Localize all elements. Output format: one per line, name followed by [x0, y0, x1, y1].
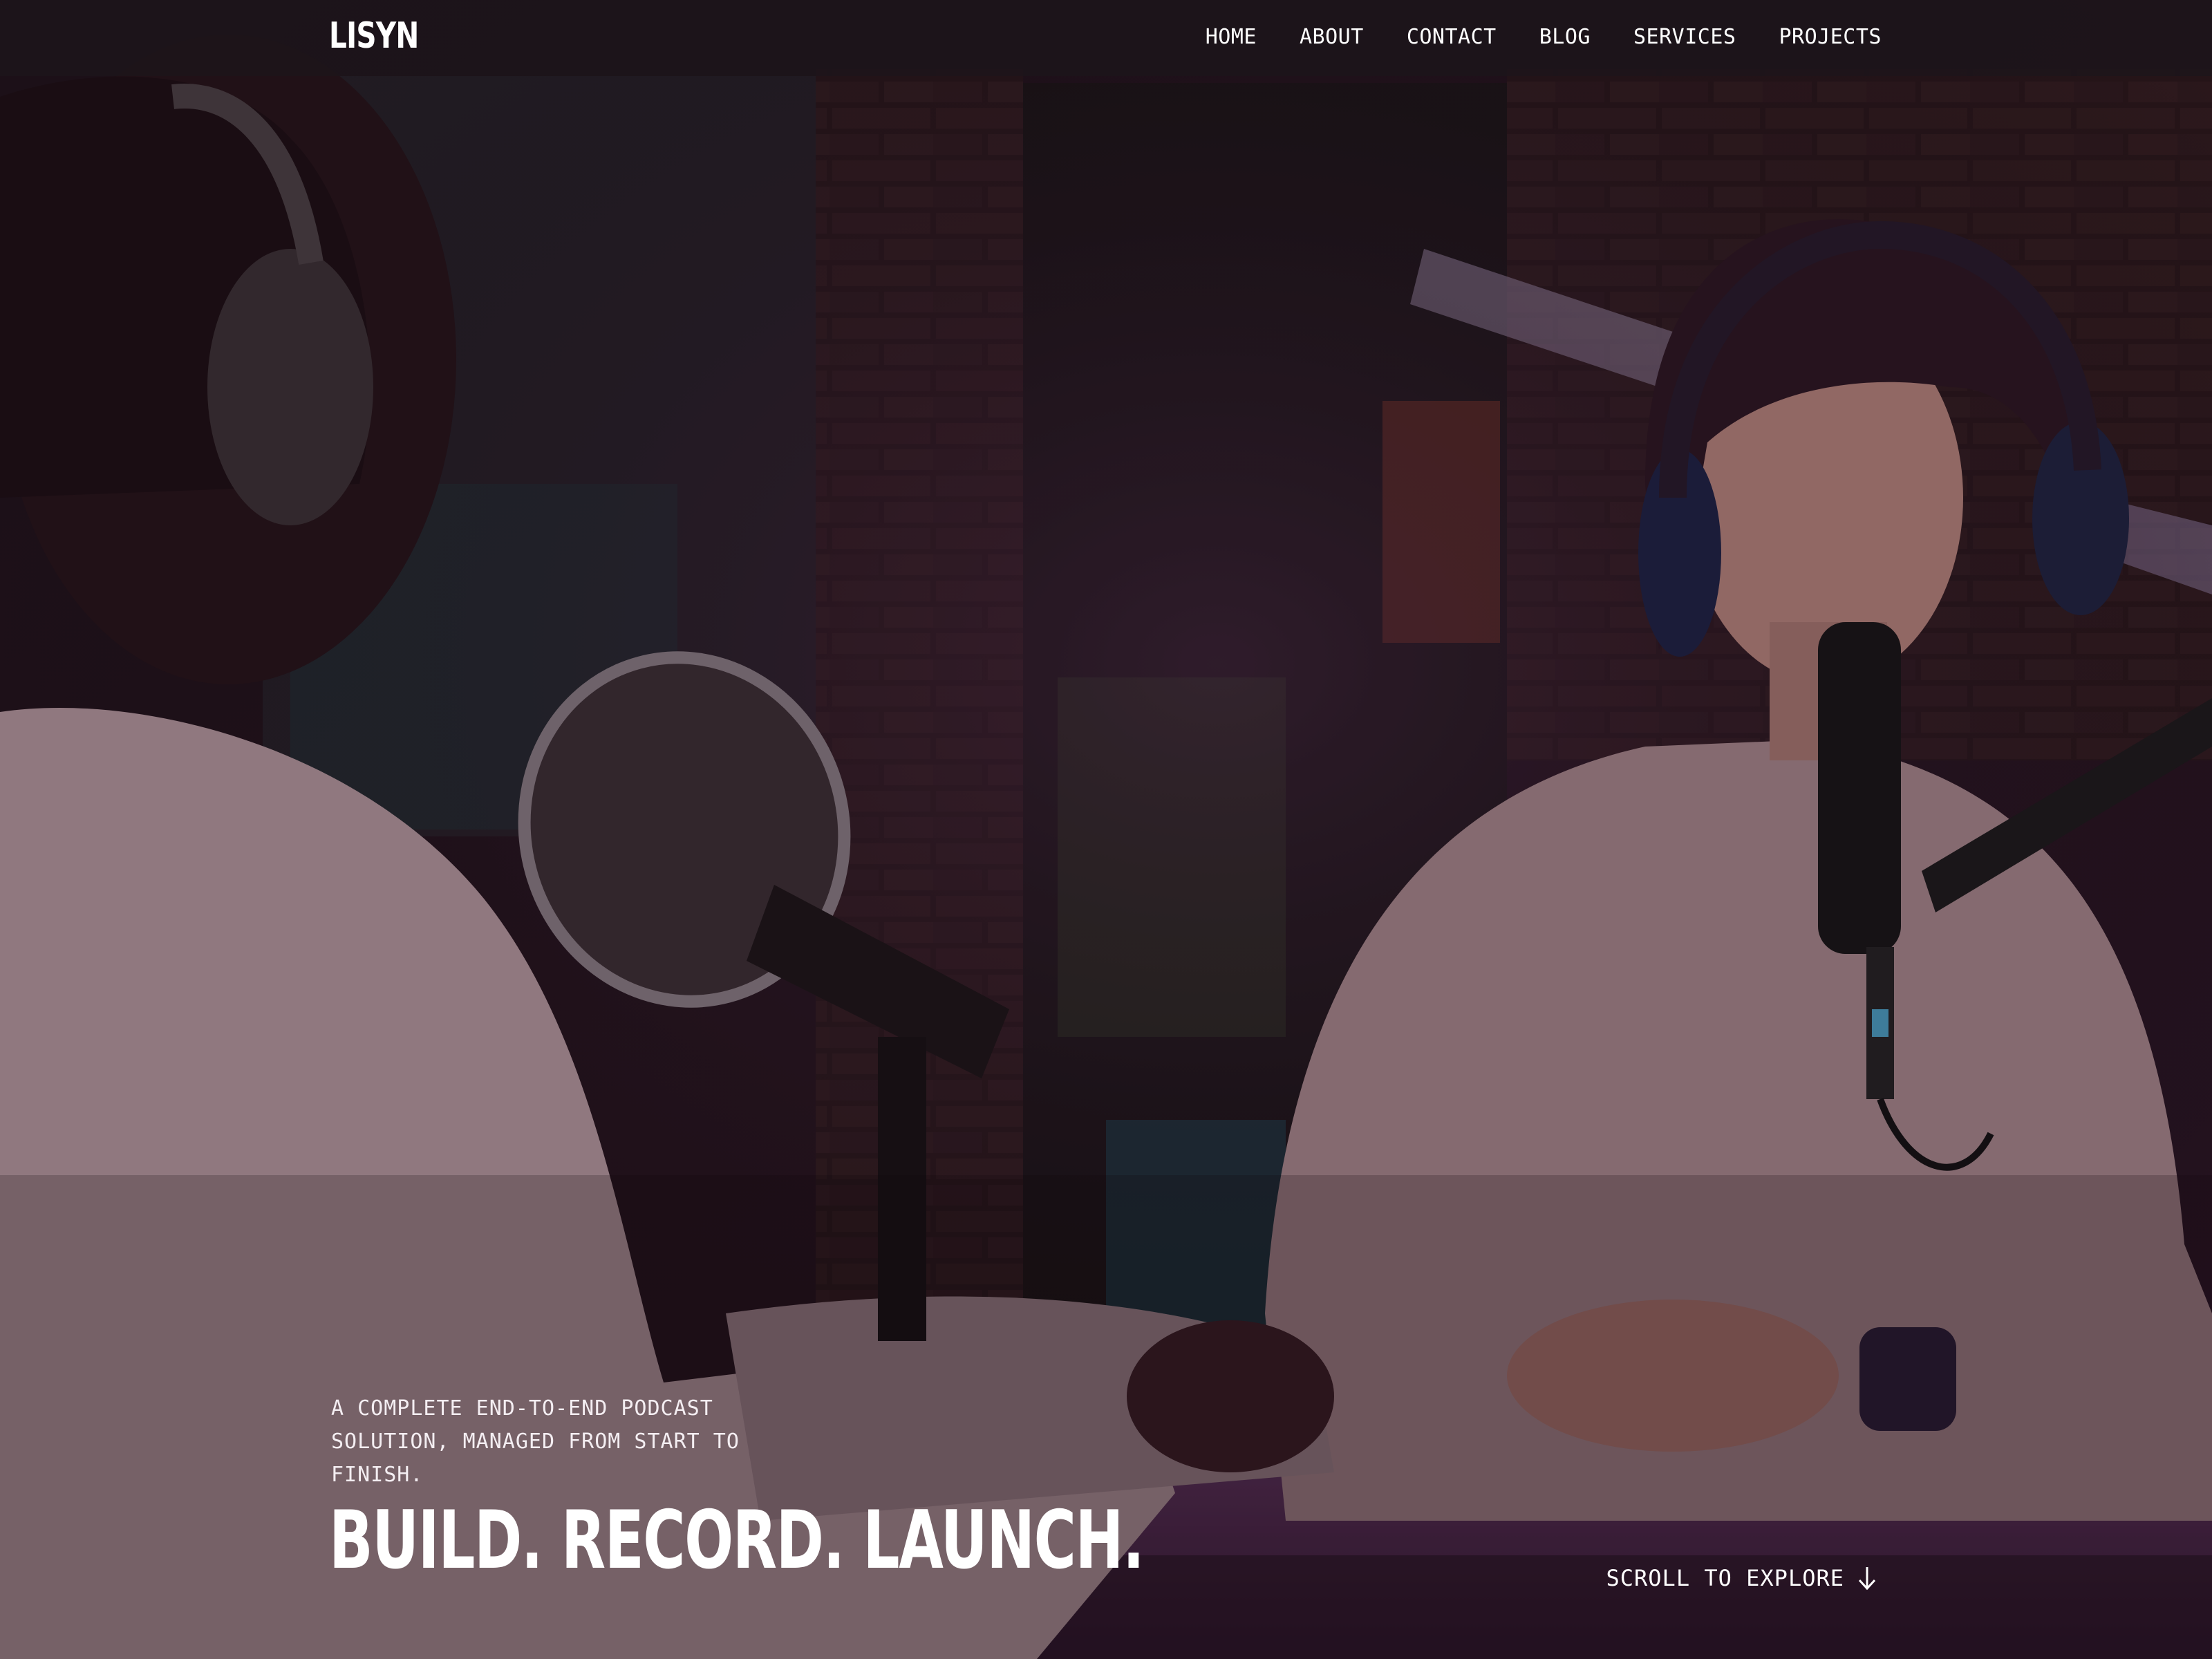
scroll-label: SCROLL TO EXPLORE	[1606, 1565, 1844, 1591]
nav-item-about[interactable]: ABOUT	[1300, 25, 1364, 49]
arrow-down-icon	[1857, 1566, 1877, 1591]
top-navbar: LISYN HOME ABOUT CONTACT BLOG SERVICES P…	[0, 0, 2212, 76]
nav-item-services[interactable]: SERVICES	[1633, 25, 1736, 49]
main-nav: HOME ABOUT CONTACT BLOG SERVICES PROJECT…	[1206, 25, 1882, 49]
hero-headline: BUILD. RECORD. LAUNCH.	[329, 1494, 1145, 1587]
scroll-to-explore-link[interactable]: SCROLL TO EXPLORE	[1606, 1565, 1877, 1591]
nav-item-projects[interactable]: PROJECTS	[1779, 25, 1882, 49]
nav-item-home[interactable]: HOME	[1206, 25, 1257, 49]
nav-item-contact[interactable]: CONTACT	[1407, 25, 1497, 49]
hero-tagline: A COMPLETE END-TO-END PODCAST SOLUTION, …	[331, 1396, 740, 1487]
nav-item-blog[interactable]: BLOG	[1539, 25, 1591, 49]
brand-logo[interactable]: LISYN	[329, 15, 419, 57]
